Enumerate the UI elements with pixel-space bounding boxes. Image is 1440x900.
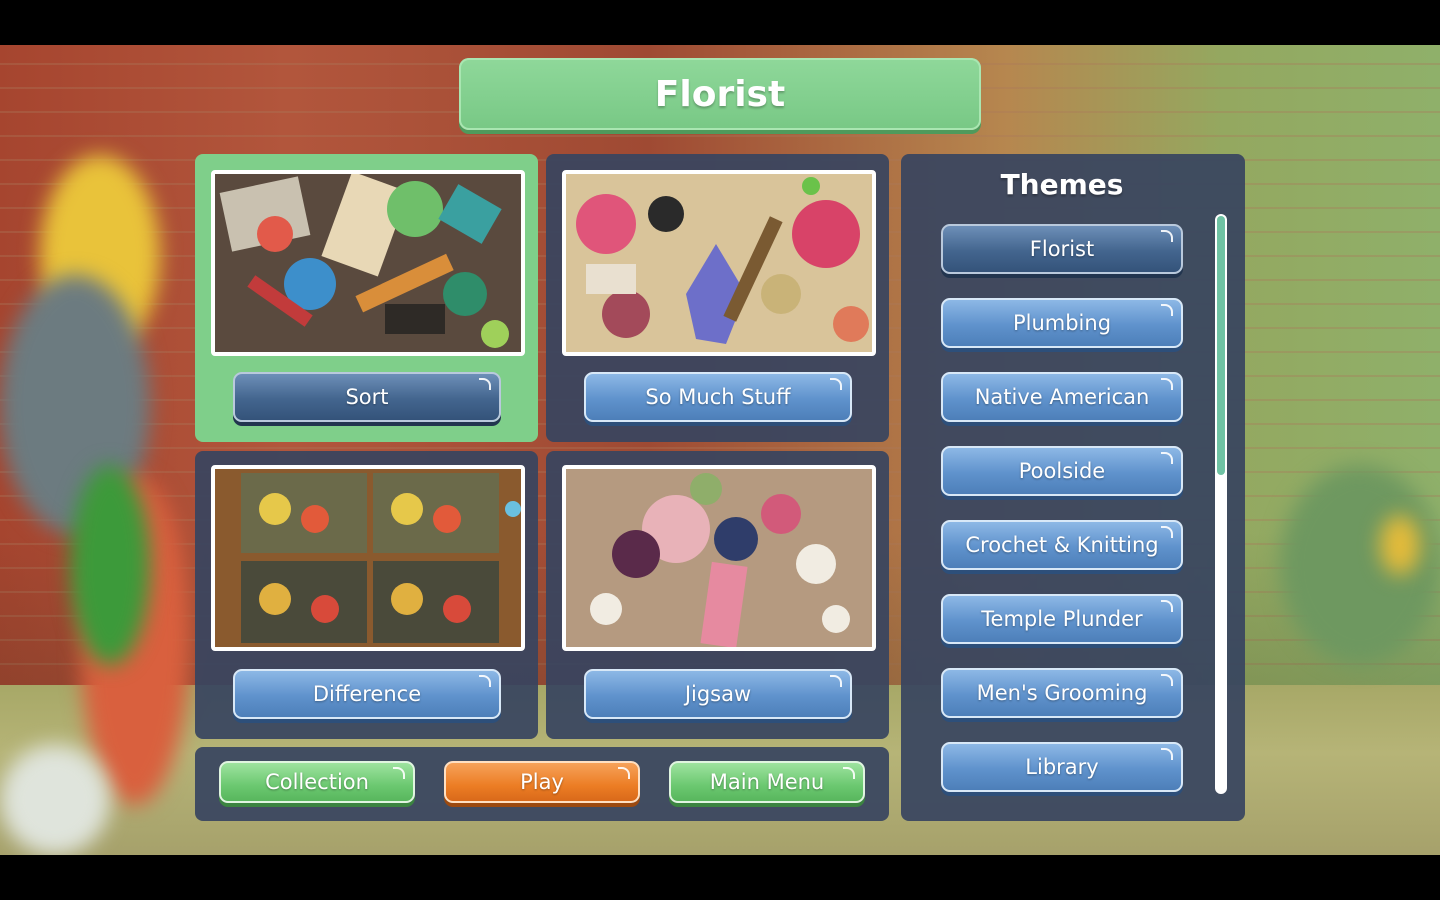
button-shine-icon bbox=[1161, 600, 1173, 612]
button-shine-icon bbox=[1161, 748, 1173, 760]
theme-item-mens-grooming[interactable]: Men's Grooming bbox=[941, 668, 1183, 718]
game-card-so-much-stuff[interactable]: So Much Stuff bbox=[546, 154, 889, 442]
theme-item-label: Men's Grooming bbox=[976, 681, 1148, 705]
themes-title: Themes bbox=[1000, 168, 1124, 201]
themes-scrollbar-thumb[interactable] bbox=[1217, 216, 1225, 475]
so-much-stuff-button[interactable]: So Much Stuff bbox=[584, 372, 852, 422]
themes-panel: Themes Florist Plumbing Native American … bbox=[901, 154, 1245, 821]
difference-preview-image bbox=[215, 469, 521, 647]
jigsaw-preview-image bbox=[566, 469, 872, 647]
sort-preview-image bbox=[215, 174, 521, 352]
theme-item-label: Library bbox=[1025, 755, 1099, 779]
theme-item-temple-plunder[interactable]: Temple Plunder bbox=[941, 594, 1183, 644]
sort-thumbnail[interactable] bbox=[211, 170, 525, 356]
theme-item-poolside[interactable]: Poolside bbox=[941, 446, 1183, 496]
theme-item-label: Poolside bbox=[1018, 459, 1106, 483]
button-shine-icon bbox=[1161, 378, 1173, 390]
so-much-stuff-thumbnail[interactable] bbox=[562, 170, 876, 356]
themes-scrollbar[interactable] bbox=[1215, 214, 1227, 794]
jigsaw-button[interactable]: Jigsaw bbox=[584, 669, 852, 719]
so-much-stuff-button-label: So Much Stuff bbox=[645, 385, 791, 409]
difference-button-label: Difference bbox=[312, 682, 422, 706]
theme-item-crochet-knitting[interactable]: Crochet & Knitting bbox=[941, 520, 1183, 570]
theme-item-label: Florist bbox=[1029, 237, 1095, 261]
button-shine-icon bbox=[479, 675, 491, 687]
theme-item-label: Plumbing bbox=[1012, 311, 1112, 335]
background-ball bbox=[0, 745, 110, 855]
button-shine-icon bbox=[393, 767, 405, 779]
bottom-action-bar: Collection Play Main Menu bbox=[195, 747, 889, 821]
difference-button[interactable]: Difference bbox=[233, 669, 501, 719]
so-much-stuff-preview-image bbox=[566, 174, 872, 352]
background-green-object bbox=[70, 465, 150, 665]
sort-button-label: Sort bbox=[345, 385, 389, 409]
button-shine-icon bbox=[830, 675, 842, 687]
collection-button-label: Collection bbox=[265, 770, 369, 794]
background-plants bbox=[1280, 465, 1440, 665]
game-card-sort[interactable]: Sort bbox=[195, 154, 538, 442]
button-shine-icon bbox=[1161, 230, 1173, 242]
button-shine-icon bbox=[618, 767, 630, 779]
jigsaw-button-label: Jigsaw bbox=[684, 682, 752, 706]
button-shine-icon bbox=[1161, 452, 1173, 464]
button-shine-icon bbox=[830, 378, 842, 390]
theme-item-library[interactable]: Library bbox=[941, 742, 1183, 792]
button-shine-icon bbox=[1161, 674, 1173, 686]
button-shine-icon bbox=[1161, 526, 1173, 538]
difference-thumbnail[interactable] bbox=[211, 465, 525, 651]
letterbox-bottom bbox=[0, 855, 1440, 900]
collection-button[interactable]: Collection bbox=[219, 761, 415, 803]
theme-item-label: Crochet & Knitting bbox=[965, 533, 1159, 557]
game-card-jigsaw[interactable]: Jigsaw bbox=[546, 451, 889, 739]
game-card-difference[interactable]: Difference bbox=[195, 451, 538, 739]
page-title: Florist bbox=[459, 58, 981, 130]
button-shine-icon bbox=[479, 378, 491, 390]
theme-item-native-american[interactable]: Native American bbox=[941, 372, 1183, 422]
main-menu-button-label: Main Menu bbox=[709, 770, 825, 794]
play-button[interactable]: Play bbox=[444, 761, 640, 803]
button-shine-icon bbox=[843, 767, 855, 779]
theme-item-florist[interactable]: Florist bbox=[941, 224, 1183, 274]
sort-button[interactable]: Sort bbox=[233, 372, 501, 422]
jigsaw-thumbnail[interactable] bbox=[562, 465, 876, 651]
letterbox-top bbox=[0, 0, 1440, 45]
theme-item-label: Native American bbox=[974, 385, 1150, 409]
theme-item-plumbing[interactable]: Plumbing bbox=[941, 298, 1183, 348]
theme-item-label: Temple Plunder bbox=[981, 607, 1143, 631]
main-menu-button[interactable]: Main Menu bbox=[669, 761, 865, 803]
button-shine-icon bbox=[1161, 304, 1173, 316]
play-button-label: Play bbox=[520, 770, 564, 794]
background-yellow-flower bbox=[1380, 515, 1420, 575]
